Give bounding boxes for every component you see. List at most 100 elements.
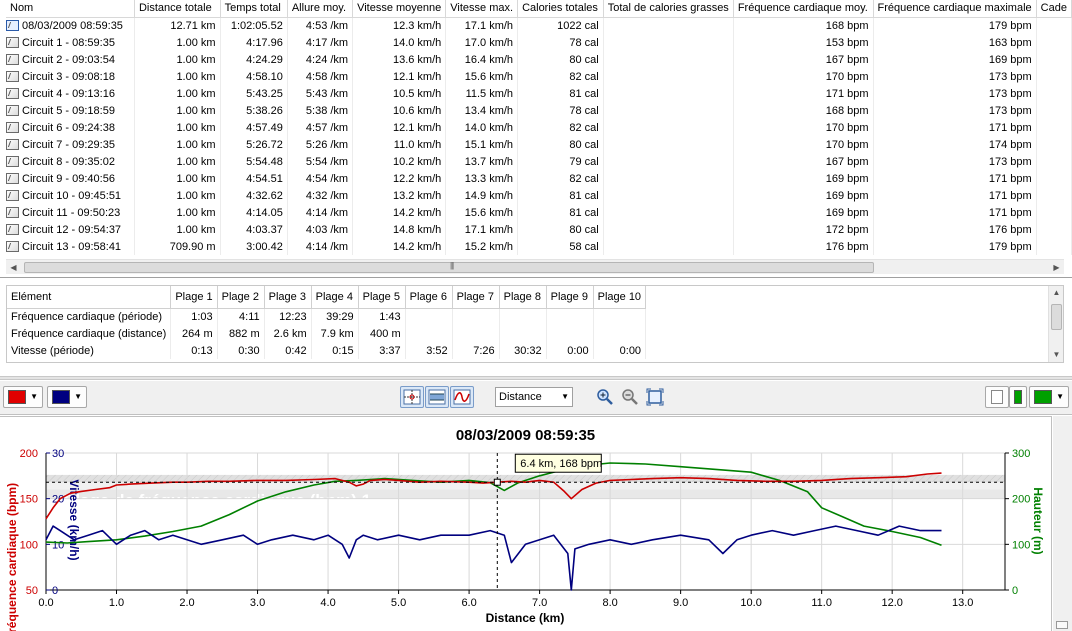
lap-row[interactable]: Circuit 9 - 09:40:56 1.00 km 4:54.51 4:54 /…	[6, 170, 1072, 187]
altitude-axis-title: Hauteur (m)	[1031, 487, 1045, 554]
horizontal-scrollbar[interactable]: ◀ ||| ▶	[6, 259, 1064, 274]
scroll-left-icon[interactable]: ◀	[6, 260, 21, 275]
laps-column-header[interactable]: Total de calories grasses	[603, 0, 734, 18]
zones-column-header[interactable]: Plage 9	[546, 286, 594, 309]
lap-calories-cell: 82 cal	[517, 170, 604, 187]
lap-row[interactable]: Circuit 4 - 09:13:16 1.00 km 5:43.25 5:43 /…	[6, 85, 1072, 102]
laps-column-header[interactable]: Allure moy.	[287, 0, 354, 18]
lap-time-cell: 4:54.51	[220, 170, 288, 187]
lap-row[interactable]: Circuit 1 - 08:59:35 1.00 km 4:17.96 4:17 /…	[6, 34, 1072, 51]
lap-max-speed-cell: 13.7 km/h	[445, 153, 519, 170]
vertical-scrollbar[interactable]: ▲ ▼	[1048, 286, 1063, 362]
zones-column-header[interactable]: Plage 10	[593, 286, 647, 309]
scroll-right-icon[interactable]: ▶	[1049, 260, 1064, 275]
lap-cadence-cell	[1036, 153, 1072, 170]
lap-row[interactable]: Circuit 3 - 09:08:18 1.00 km 4:58.10 4:58 /…	[6, 68, 1072, 85]
zones-column-header[interactable]: Plage 5	[358, 286, 406, 309]
zone-value-cell: 4:11	[217, 308, 265, 325]
chart-area[interactable]: 08/03/2009 08:59:35 Plage de fréquence ca…	[0, 416, 1052, 631]
laps-column-header[interactable]: Fréquence cardiaque moy.	[733, 0, 874, 18]
lap-fat-calories-cell	[603, 102, 734, 119]
lap-pace-cell: 4:14 /km	[287, 238, 354, 255]
lap-avg-hr-cell: 169 bpm	[733, 187, 874, 204]
lap-cadence-cell	[1036, 34, 1072, 51]
zone-band-label: Plage de fréquence cardiaque (bpm) 1	[64, 491, 371, 510]
lap-avg-hr-cell: 170 bpm	[733, 136, 874, 153]
laps-column-header[interactable]: Calories totales	[517, 0, 604, 18]
lap-fat-calories-cell	[603, 17, 734, 34]
lap-time-cell: 4:24.29	[220, 51, 288, 68]
left-color-2-picker[interactable]: ▼	[47, 386, 87, 408]
zoom-out-button[interactable]	[620, 387, 640, 407]
panel-splitter[interactable]	[0, 376, 1072, 380]
smooth-button[interactable]	[450, 386, 474, 408]
zones-column-header[interactable]: Elément	[7, 286, 172, 309]
zone-value-cell	[405, 308, 453, 325]
zones-table: Elément Plage 1 Plage 2 Plage 3 Plage 4 Plage…	[7, 286, 647, 359]
lap-pace-cell: 5:26 /km	[287, 136, 354, 153]
crosshair-button[interactable]	[400, 386, 424, 408]
right-color-picker[interactable]: ▼	[1029, 386, 1069, 408]
lap-row[interactable]: Circuit 2 - 09:03:54 1.00 km 4:24.29 4:24 /…	[6, 51, 1072, 68]
right-view-button-2[interactable]	[1009, 386, 1027, 408]
lap-name: Circuit 8 - 09:35:02	[22, 155, 115, 168]
plot-area[interactable]	[46, 453, 1005, 590]
lap-icon	[6, 104, 19, 116]
lap-name: Circuit 5 - 09:18:59	[22, 104, 115, 117]
lap-row[interactable]: Circuit 10 - 09:45:51 1.00 km 4:32.62 4:32 …	[6, 187, 1072, 204]
zoom-in-button[interactable]	[595, 387, 615, 407]
range-button[interactable]	[425, 386, 449, 408]
laps-column-header[interactable]: Vitesse max.	[445, 0, 519, 18]
lap-max-speed-cell: 17.1 km/h	[445, 221, 519, 238]
lap-row[interactable]: Circuit 5 - 09:18:59 1.00 km 5:38.26 5:38 /…	[6, 102, 1072, 119]
zone-value-cell: 7.9 km	[311, 325, 359, 342]
lap-row[interactable]: Circuit 13 - 09:58:41 709.90 m 3:00.42 4:14…	[6, 238, 1072, 255]
lap-row[interactable]: Circuit 11 - 09:50:23 1.00 km 4:14.05 4:14 …	[6, 204, 1072, 221]
lap-avg-speed-cell: 10.2 km/h	[352, 153, 447, 170]
multi-axis-line-chart[interactable]: 08/03/2009 08:59:35 Plage de fréquence ca…	[0, 417, 1052, 631]
zones-column-header[interactable]: Plage 4	[311, 286, 359, 309]
lap-fat-calories-cell	[603, 51, 734, 68]
left-color-1-picker[interactable]: ▼	[3, 386, 43, 408]
zones-column-header[interactable]: Plage 8	[499, 286, 547, 309]
lap-icon	[6, 189, 19, 201]
lap-avg-hr-cell: 168 bpm	[733, 17, 874, 34]
lap-row[interactable]: Circuit 7 - 09:29:35 1.00 km 5:26.72 5:26 /…	[6, 136, 1072, 153]
lap-cadence-cell	[1036, 204, 1072, 221]
view-toggle-green-icon	[1014, 390, 1022, 404]
zone-row[interactable]: Fréquence cardiaque (distance) 264 m 882 m…	[7, 325, 647, 342]
zones-column-header[interactable]: Plage 3	[264, 286, 312, 309]
zone-value-cell: 1:03	[170, 308, 218, 325]
scroll-up-icon[interactable]: ▲	[1049, 286, 1063, 300]
x-axis-select[interactable]: Distance ▼	[495, 387, 573, 407]
smooth-icon	[453, 389, 471, 405]
laps-column-header[interactable]: Nom	[6, 0, 135, 18]
scroll-down-icon[interactable]: ▼	[1049, 348, 1063, 362]
right-side-strip	[1053, 416, 1072, 631]
horizontal-scroll-thumb[interactable]: |||	[24, 261, 874, 273]
lap-name-cell: Circuit 7 - 09:29:35	[6, 136, 135, 153]
lap-row[interactable]: Circuit 6 - 09:24:38 1.00 km 4:57.49 4:57 /…	[6, 119, 1072, 136]
x-tick-label: 9.0	[673, 597, 688, 609]
zone-row[interactable]: Fréquence cardiaque (période) 1:03 4:11 12:…	[7, 308, 647, 325]
zones-column-header[interactable]: Plage 1	[170, 286, 218, 309]
laps-column-header[interactable]: Distance totale	[134, 0, 221, 18]
fit-button[interactable]	[645, 387, 665, 407]
right-view-button-1[interactable]	[985, 386, 1009, 408]
zones-column-header[interactable]: Plage 7	[452, 286, 500, 309]
vertical-scroll-thumb[interactable]	[1051, 304, 1062, 330]
lap-row[interactable]: Circuit 12 - 09:54:37 1.00 km 4:03.37 4:03 …	[6, 221, 1072, 238]
lap-calories-cell: 58 cal	[517, 238, 604, 255]
zones-column-header[interactable]: Plage 2	[217, 286, 265, 309]
laps-column-header[interactable]: Fréquence cardiaque maximale	[873, 0, 1037, 18]
lap-row[interactable]: Circuit 8 - 09:35:02 1.00 km 5:54.48 5:54 /…	[6, 153, 1072, 170]
laps-column-header[interactable]: Cade	[1036, 0, 1072, 18]
laps-column-header[interactable]: Vitesse moyenne	[352, 0, 447, 18]
zone-row[interactable]: Vitesse (période) 0:13 0:30 0:42 0:15 3:37 3:5…	[7, 342, 647, 359]
laps-column-header[interactable]: Temps total	[220, 0, 288, 18]
total-row[interactable]: 08/03/2009 08:59:35 12.71 km 1:02:05.52 4:5…	[6, 17, 1072, 34]
zones-column-header[interactable]: Plage 6	[405, 286, 453, 309]
lap-distance-cell: 12.71 km	[134, 17, 221, 34]
lap-time-cell: 5:43.25	[220, 85, 288, 102]
lap-avg-hr-cell: 170 bpm	[733, 68, 874, 85]
